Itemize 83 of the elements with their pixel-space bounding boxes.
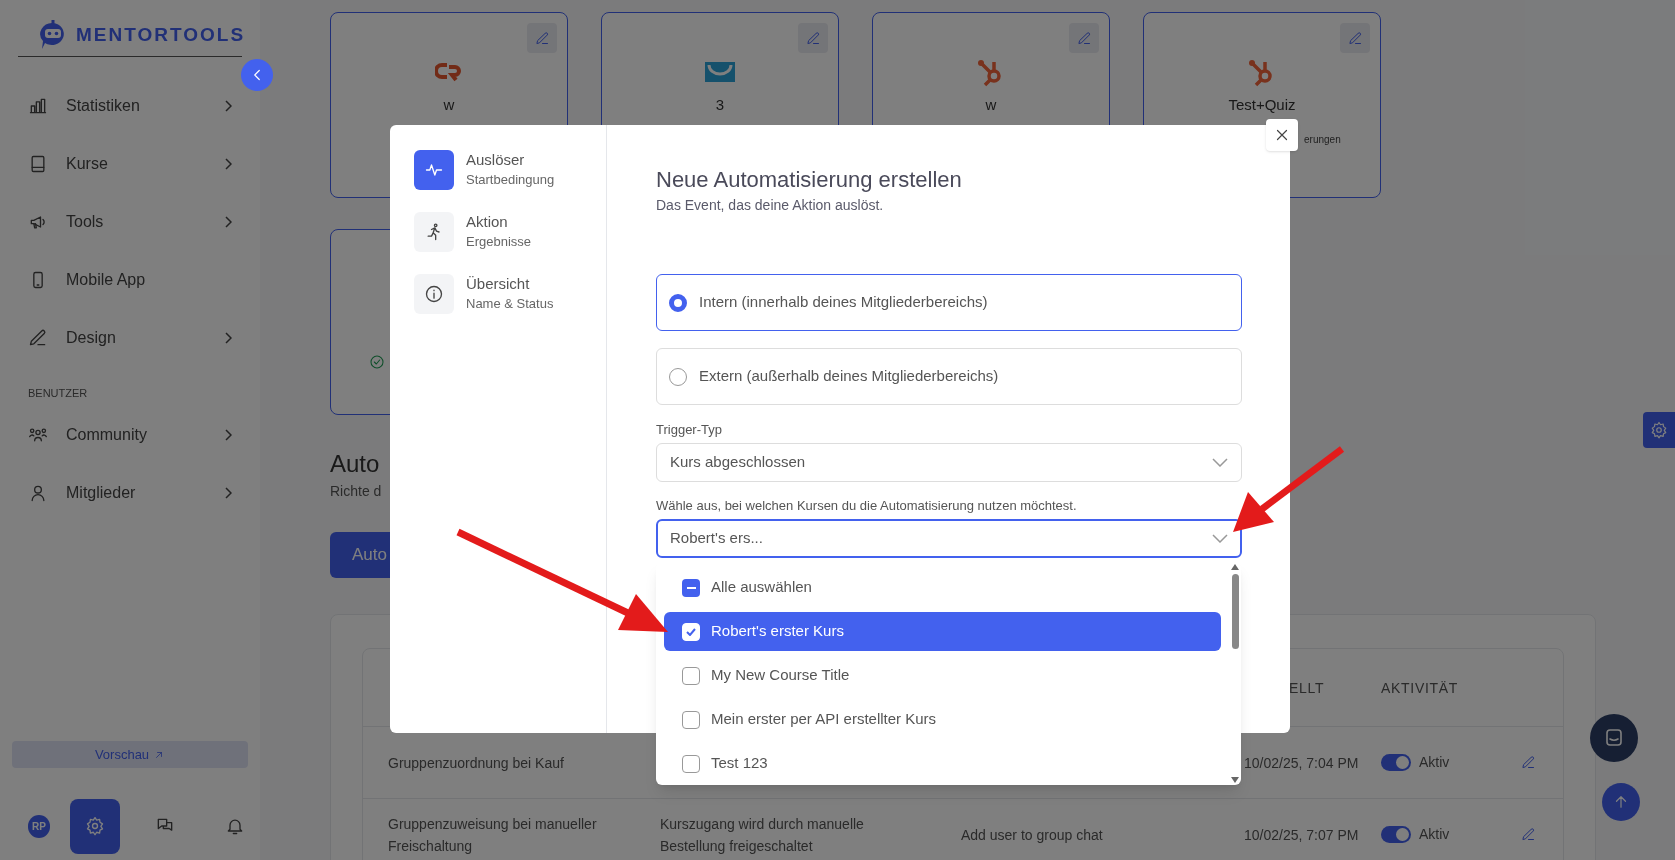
dropdown-option[interactable]: Alle auswählen [664,568,1221,607]
radio-button[interactable] [669,293,687,312]
chat-button[interactable] [1590,714,1638,762]
step-subtitle: Ergebnisse [466,233,532,251]
chevron-down-icon [1212,458,1228,467]
bar-chart-icon [28,96,48,116]
table-cell-text: Gruppenzuweisung bei manueller Freischaltung [388,814,598,856]
table-cell-text: Kurszugang wird durch manuelle Bestellung freigeschaltet [660,814,865,856]
card-title: Test+Quiz [1228,96,1296,113]
settings-icon [84,816,105,836]
pencil-icon[interactable] [1521,755,1536,770]
toggle-switch[interactable] [1381,754,1411,771]
step-title[interactable]: Aktion [466,212,532,232]
column-header: AKTIVITÄT [1381,679,1459,696]
pencil-icon [28,328,48,348]
sidebar-item[interactable]: Mobile App [16,251,244,309]
dropdown-option[interactable]: My New Course Title [664,656,1221,695]
table-cell-text: Gruppenzuordnung bei Kauf [388,753,565,773]
radio-option[interactable]: Intern (innerhalb deines Mitgliederbereichs) [656,274,1242,331]
logo-wordmark: MENTORTOOLS [76,22,246,47]
checkbox[interactable] [682,710,700,729]
edit-button[interactable] [527,23,557,53]
checkbox[interactable] [682,666,700,685]
edit-button[interactable] [1069,23,1099,53]
pencil-icon [1347,30,1363,46]
nav-tab[interactable] [69,798,120,854]
sidebar-item[interactable]: Mitglieder [16,463,244,522]
field-label: Trigger-Typ [656,422,723,438]
edit-button[interactable] [1340,23,1370,53]
step-icon-box[interactable] [414,150,454,190]
dropdown-option[interactable]: Mein erster per API erstellter Kurs [664,700,1221,739]
envelope-logo-icon [705,62,735,82]
section-title: Auto [330,449,380,479]
step-subtitle: Startbedingung [466,171,555,189]
card-title: 3 [715,96,725,113]
check-icon [686,627,696,636]
sidebar-item[interactable]: Kurse [16,135,244,193]
pencil-icon [805,30,821,46]
avatar[interactable]: RP [28,814,50,838]
chevron-down-icon [1212,534,1228,543]
card-subtitle: erungen [1304,133,1341,147]
check-circle-icon [369,354,385,370]
status-label: Aktiv [1419,753,1450,772]
checkbox[interactable] [682,754,700,773]
settings-icon [1650,421,1668,439]
pencil-icon [1076,30,1092,46]
preview-button[interactable]: Vorschau [12,741,248,768]
checkbox[interactable] [682,578,700,597]
card-title: w [443,96,455,113]
step-icon-box[interactable] [414,274,454,314]
table-cell-text: 10/02/25, 7:04 PM [1244,753,1360,773]
table-cell-text: Add user to group chat [961,825,1104,845]
section-subtitle: Richte d [330,482,382,501]
dropdown-option[interactable]: Test 123 [664,744,1221,783]
modal-subtitle: Das Event, das deine Aktion auslöst. [656,196,885,215]
trigger-type-select[interactable]: Kurs abgeschlossen [656,443,1242,482]
sidebar-item[interactable]: Statistiken [16,77,244,135]
field-label: Wähle aus, bei welchen Kursen du die Automatisierung nutzen möchtest. [656,498,1078,514]
section-label: BENUTZER [27,386,89,401]
status-label: Aktiv [1419,825,1450,844]
sidebar-item[interactable]: Community [16,405,244,464]
course-select[interactable]: Robert's ers... [656,519,1242,558]
step-title[interactable]: Übersicht [466,274,554,294]
column-header: ELLT [1289,679,1325,696]
chain-logo-icon [435,62,463,82]
sidebar-item[interactable]: Tools [16,193,244,251]
scroll-top-button[interactable] [1602,783,1640,821]
step-subtitle: Name & Status [466,295,554,313]
collapse-sidebar-button[interactable] [241,59,273,91]
edit-button[interactable] [798,23,828,53]
close-button[interactable] [1266,119,1298,151]
pencil-icon[interactable] [1521,827,1536,842]
card-title: w [985,96,997,113]
settings-tab[interactable] [1643,412,1675,448]
info-icon [424,284,444,304]
pencil-icon [534,30,550,46]
radio-option[interactable]: Extern (außerhalb deines Mitgliederbereichs) [656,348,1242,405]
step-icon-box[interactable] [414,212,454,252]
step-title[interactable]: Auslöser [466,150,555,170]
table-cell-text: 10/02/25, 7:07 PM [1244,825,1360,845]
sidebar-item[interactable]: Design [16,309,244,367]
dropdown-option[interactable]: Robert's erster Kurs [664,612,1221,651]
toggle-switch[interactable] [1381,826,1411,843]
